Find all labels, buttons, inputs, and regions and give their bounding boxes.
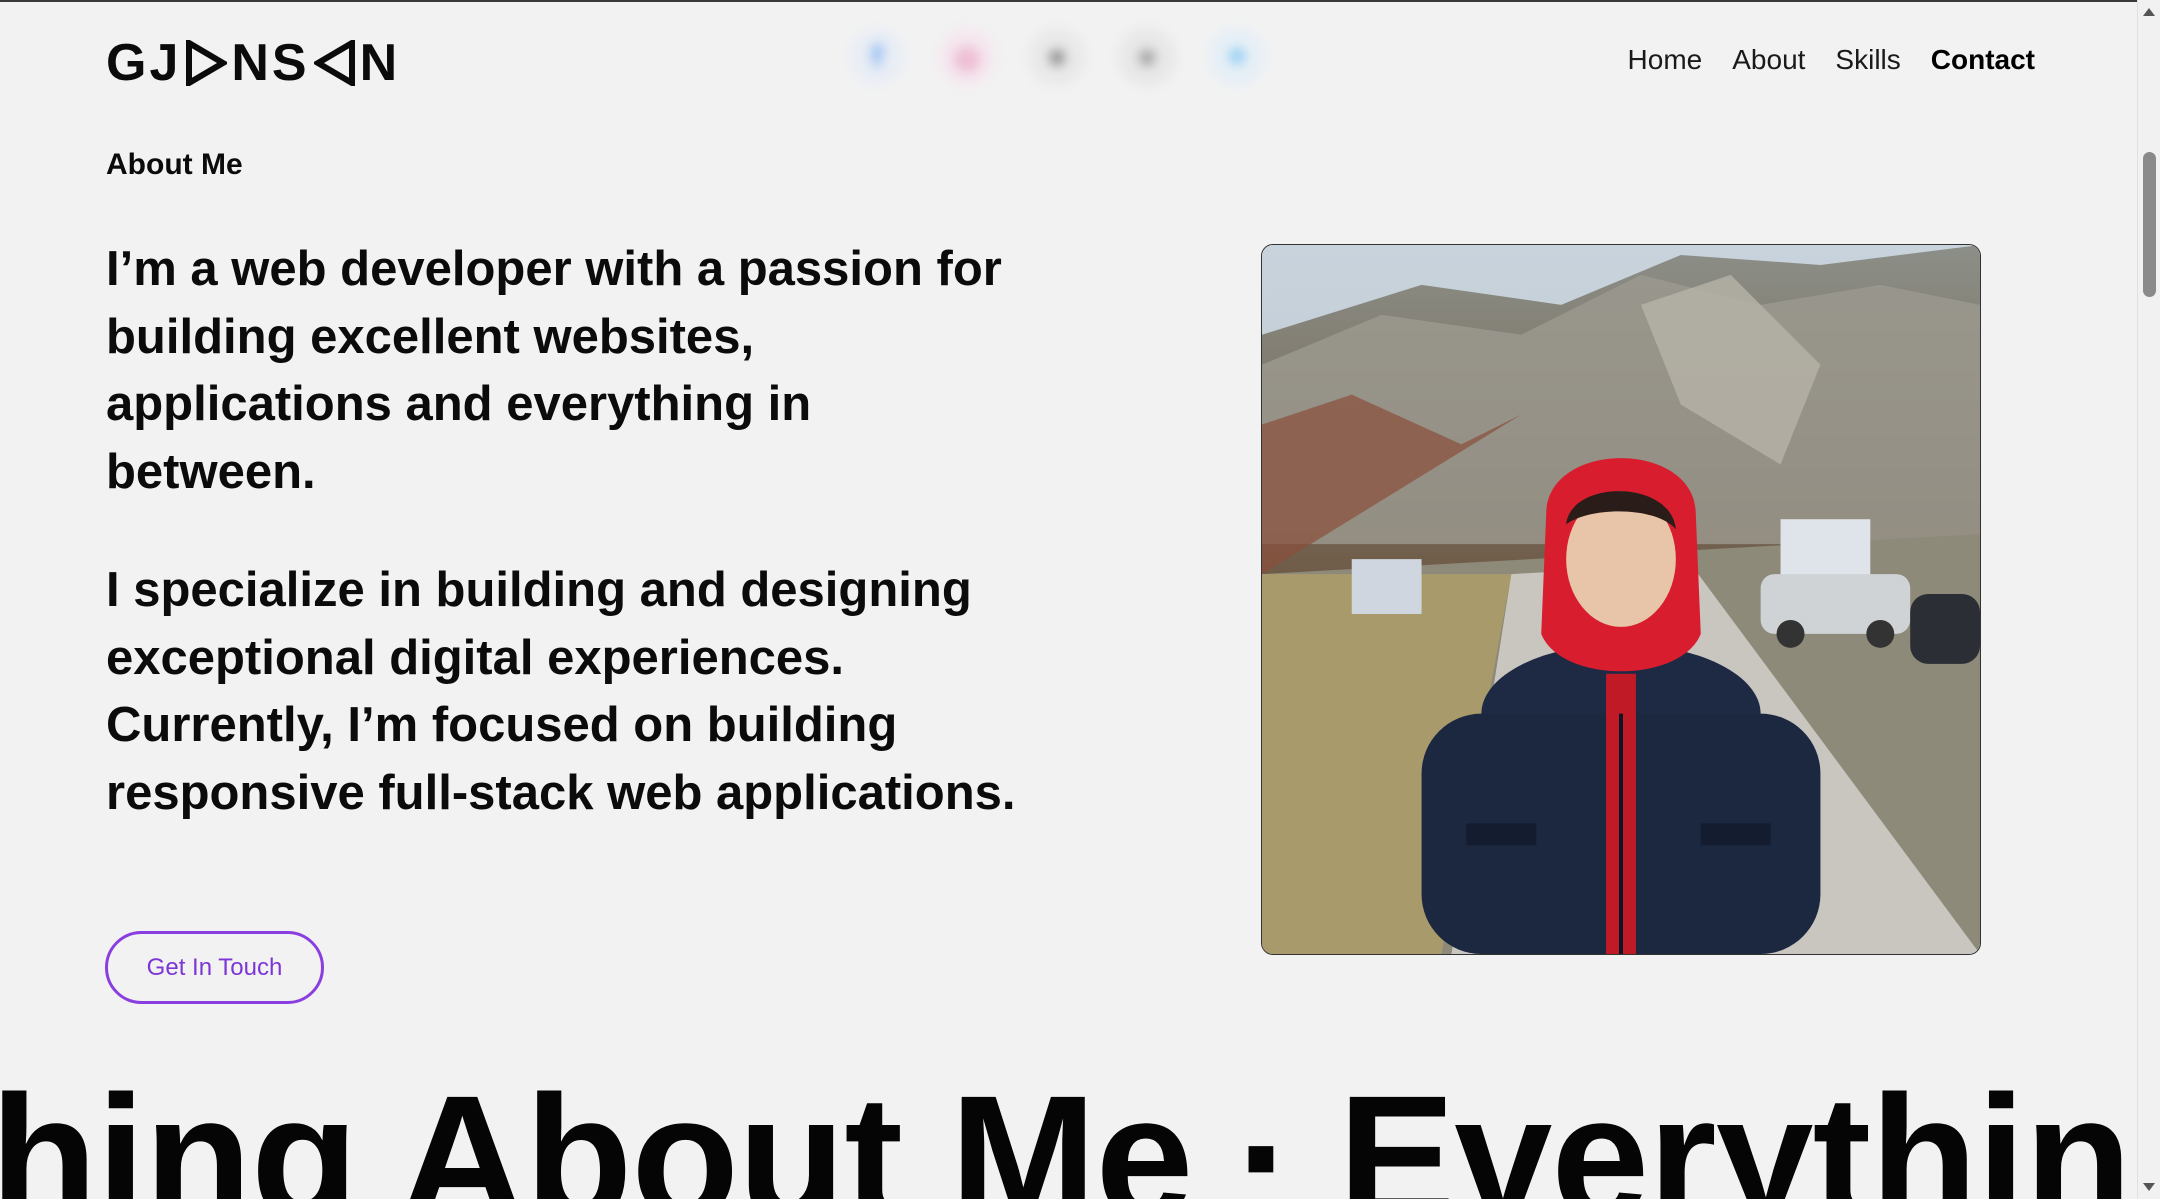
section-heading: About Me: [106, 148, 243, 181]
nav-contact[interactable]: Contact: [1931, 44, 2035, 76]
about-paragraph-2: I specialize in building and designing e…: [106, 563, 1016, 820]
logo-text-left: GJ: [106, 34, 182, 92]
facebook-glyph: f: [872, 40, 882, 73]
globe-icon[interactable]: ●: [1118, 28, 1176, 86]
nav-home[interactable]: Home: [1628, 44, 1703, 76]
facebook-icon[interactable]: f: [848, 28, 906, 86]
instagram-glyph: ◎: [953, 40, 981, 74]
social-links: f ◎ ● ● ✦: [848, 28, 1266, 86]
about-paragraph-1: I’m a web developer with a passion for b…: [106, 242, 1002, 499]
profile-photo: [1261, 244, 1981, 955]
reverse-triangle-icon: [313, 40, 355, 86]
instagram-icon[interactable]: ◎: [938, 28, 996, 86]
github-glyph: ●: [1047, 40, 1067, 73]
marquee-right-text: Everything Ab: [1338, 1060, 2137, 1199]
logo-text-right: N: [359, 34, 401, 92]
marquee-separator: ·: [1236, 1060, 1295, 1199]
main-nav: Home About Skills Contact: [1628, 44, 2035, 76]
github-icon[interactable]: ●: [1028, 28, 1086, 86]
twitter-glyph: ✦: [1224, 40, 1250, 74]
logo-text-mid: NS: [231, 34, 310, 92]
marquee-banner: hing About Me·Everything Ab: [0, 1070, 2137, 1199]
globe-glyph: ●: [1137, 40, 1157, 73]
scrollbar-thumb[interactable]: [2143, 152, 2156, 297]
scroll-up-arrow-icon[interactable]: [2143, 8, 2155, 16]
vertical-scrollbar[interactable]: [2137, 0, 2160, 1199]
play-triangle-icon: [186, 40, 228, 86]
scroll-down-arrow-icon[interactable]: [2143, 1183, 2155, 1191]
page: GJ NS N f ◎ ● ● ✦ Home About Skills Cont…: [0, 0, 2137, 1199]
nav-about[interactable]: About: [1732, 44, 1805, 76]
marquee-left-text: hing About Me: [0, 1060, 1193, 1199]
top-border: [0, 0, 2137, 2]
get-in-touch-button[interactable]: Get In Touch: [105, 931, 324, 1004]
twitter-icon[interactable]: ✦: [1208, 28, 1266, 86]
site-logo[interactable]: GJ NS N: [106, 34, 400, 92]
photo-illustration: [1262, 245, 1980, 954]
nav-skills[interactable]: Skills: [1835, 44, 1900, 76]
